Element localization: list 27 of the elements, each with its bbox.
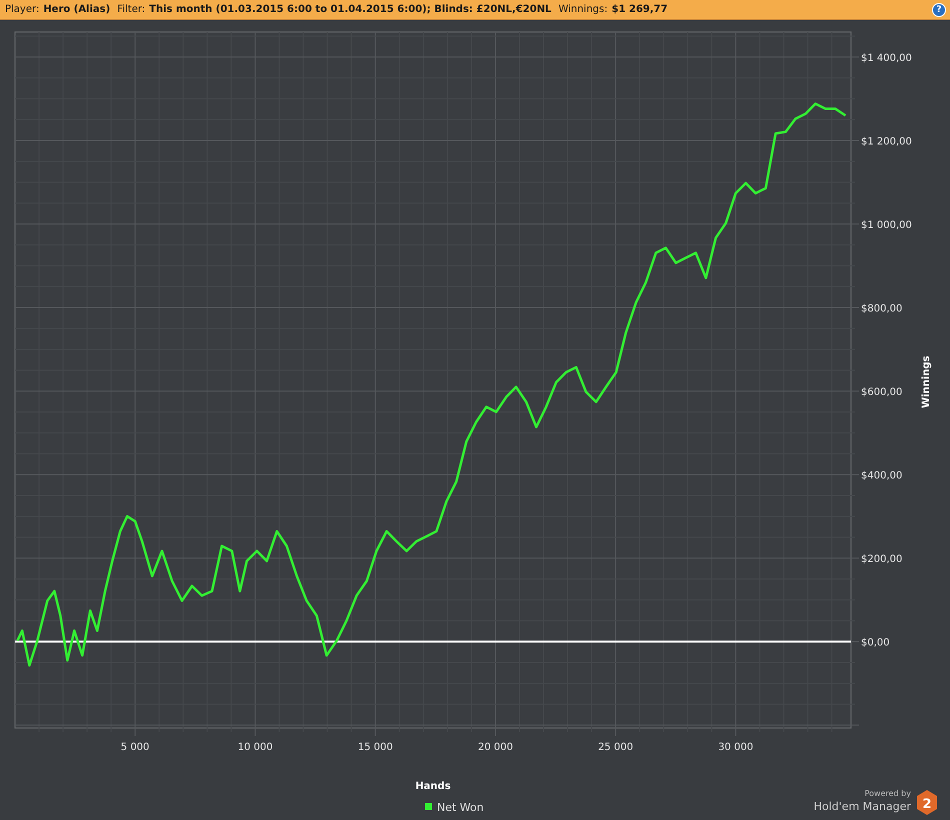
x-tick-label: 5 000 <box>120 742 150 753</box>
y-tick-label: $200,00 <box>861 554 902 566</box>
x-axis-title: Hands <box>415 781 451 792</box>
y-tick-label: $800,00 <box>861 304 902 315</box>
y-tick-label: $600,00 <box>861 387 902 398</box>
help-button[interactable]: ? <box>932 2 946 16</box>
y-tick-label: $1 000,00 <box>861 220 912 232</box>
x-tick-label: 30 000 <box>718 742 754 753</box>
x-tick-label: 25 000 <box>598 742 634 753</box>
y-tick-label: $400,00 <box>861 470 902 482</box>
y-axis-title: Winnings <box>921 356 932 408</box>
x-tick-label: 10 000 <box>238 742 273 753</box>
field-label: Filter: <box>117 4 146 15</box>
field-label: Winnings: <box>558 4 608 15</box>
powered-by-text: Powered by <box>864 789 911 798</box>
field-label: Player: <box>5 4 40 15</box>
y-tick-label: $1 400,00 <box>861 53 912 64</box>
y-tick-label: $1 200,00 <box>861 136 912 148</box>
field-value: Hero (Alias) <box>43 4 110 15</box>
logo-badge: 2 <box>917 790 937 815</box>
field-value: $1 269,77 <box>612 4 668 15</box>
x-tick-label: 20 000 <box>478 742 513 753</box>
field-value: This month (01.03.2015 6:00 to 01.04.2015 6:00); Blinds: £20NL,€20NL <box>149 4 552 15</box>
product-name: Hold'em Manager <box>814 800 911 813</box>
y-tick-label: $0,00 <box>861 638 890 649</box>
x-tick-label: 15 000 <box>358 742 393 753</box>
legend-label: Net Won <box>437 801 484 814</box>
